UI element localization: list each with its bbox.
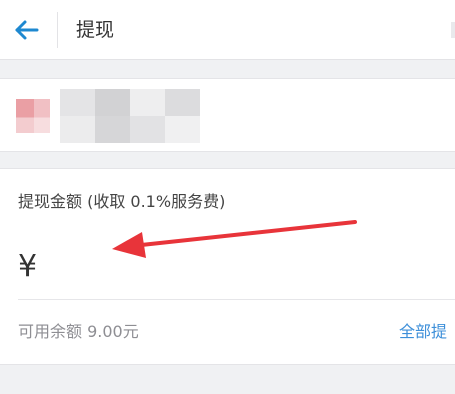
arrow-left-icon (15, 20, 39, 40)
available-balance: 可用余额 9.00元 (18, 322, 139, 341)
obscured-block (130, 116, 165, 143)
withdraw-amount-panel: 提现金额 (收取 0.1%服务费) ¥ 可用余额 9.00元 全部提 (0, 168, 455, 365)
page-title: 提现 (76, 19, 115, 41)
bank-logo-icon (16, 99, 50, 133)
obscured-block (165, 89, 200, 116)
amount-label: 提现金额 (收取 0.1%服务费) (18, 192, 226, 211)
obscured-block (60, 116, 95, 143)
bank-card-row[interactable] (0, 78, 455, 152)
currency-symbol: ¥ (18, 249, 38, 284)
withdraw-all-link[interactable]: 全部提 (399, 321, 447, 343)
back-button[interactable] (10, 14, 42, 46)
amount-input[interactable] (52, 247, 432, 287)
obscured-block (165, 116, 200, 143)
obscured-block (95, 89, 130, 116)
obscured-block (60, 89, 95, 116)
header-divider (57, 12, 58, 48)
bank-card-info-obscured (60, 89, 200, 143)
header-edge-element (451, 22, 455, 38)
obscured-block (130, 89, 165, 116)
amount-divider (18, 299, 455, 300)
obscured-block (95, 116, 130, 143)
top-bar: 提现 (0, 0, 455, 60)
